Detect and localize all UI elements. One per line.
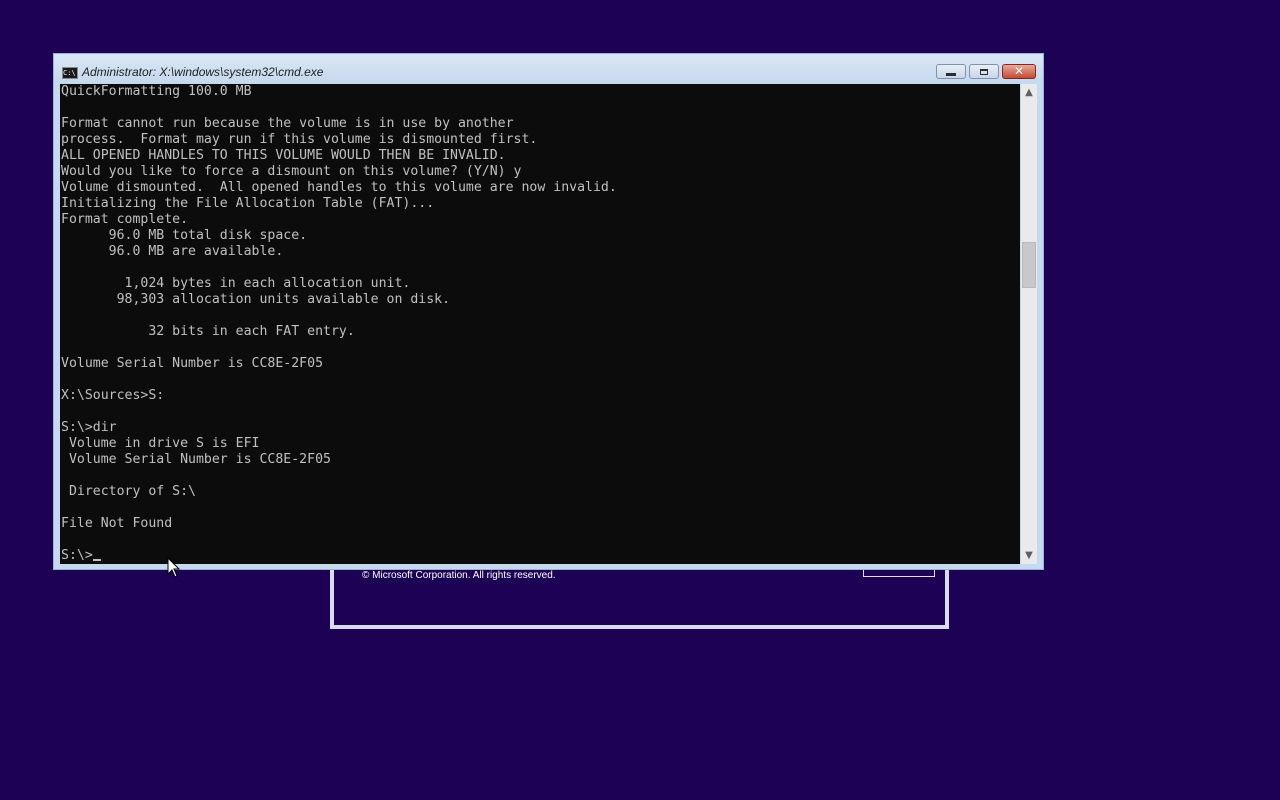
setup-copyright: © Microsoft Corporation. All rights rese…: [362, 570, 556, 581]
console-line: Initializing the File Allocation Table (…: [61, 196, 435, 211]
console-line: S:\>dir: [61, 420, 117, 435]
console-line: Volume Serial Number is CC8E-2F05: [61, 356, 324, 371]
console-window: C:\ Administrator: X:\windows\system32\c…: [53, 53, 1044, 570]
console-line: 32 bits in each FAT entry.: [148, 324, 355, 339]
vertical-scrollbar[interactable]: ▲ ▼: [1021, 84, 1037, 564]
setup-next-button[interactable]: [863, 570, 935, 577]
console-output: QuickFormatting 100.0 MB Format cannot r…: [60, 84, 1020, 564]
console-line: Would you like to force a dismount on th…: [61, 164, 522, 179]
console-line: 98,303 allocation units available on dis…: [116, 292, 451, 307]
console-line: X:\Sources>S:: [61, 388, 165, 403]
title-bar[interactable]: C:\ Administrator: X:\windows\system32\c…: [54, 54, 1043, 84]
console-lines: QuickFormatting 100.0 MB Format cannot r…: [61, 84, 617, 531]
console-line: process. Format may run if this volume i…: [61, 132, 538, 147]
console-line: Volume Serial Number is CC8E-2F05: [68, 452, 331, 467]
console-output-area[interactable]: QuickFormatting 100.0 MB Format cannot r…: [60, 84, 1020, 564]
command-prompt: S:\>: [61, 548, 93, 563]
console-line: Volume dismounted. All opened handles to…: [61, 180, 617, 195]
console-line: QuickFormatting 100.0 MB: [61, 84, 252, 99]
console-line: 96.0 MB total disk space.: [108, 228, 308, 243]
desktop: © Microsoft Corporation. All rights rese…: [0, 0, 1280, 800]
console-line: ALL OPENED HANDLES TO THIS VOLUME WOULD …: [61, 148, 506, 163]
minimize-icon: [946, 72, 956, 76]
maximize-icon: [980, 68, 988, 75]
mouse-pointer-icon: [167, 557, 181, 578]
scroll-down-arrow-icon[interactable]: ▼: [1021, 547, 1037, 564]
console-line: Format cannot run because the volume is …: [61, 116, 514, 131]
console-line: File Not Found: [61, 516, 173, 531]
close-button[interactable]: ✕: [1002, 64, 1036, 79]
text-cursor: [92, 559, 101, 561]
minimize-button[interactable]: [936, 64, 966, 79]
maximize-button[interactable]: [969, 64, 999, 79]
console-line: 1,024 bytes in each allocation unit.: [124, 276, 411, 291]
scrollbar-thumb[interactable]: [1022, 242, 1036, 288]
scroll-up-arrow-icon[interactable]: ▲: [1021, 84, 1037, 101]
close-icon: ✕: [1013, 64, 1025, 78]
console-line: Directory of S:\: [68, 484, 196, 499]
window-title: Administrator: X:\windows\system32\cmd.e…: [82, 65, 324, 79]
console-line: Volume in drive S is EFI: [68, 436, 260, 451]
console-line: Format complete.: [61, 212, 189, 227]
console-line: 96.0 MB are available.: [108, 244, 284, 259]
cmd-icon[interactable]: C:\: [62, 67, 78, 79]
